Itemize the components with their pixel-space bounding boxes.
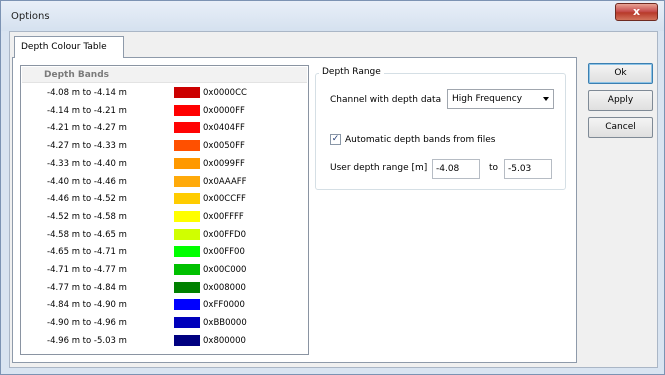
window-title: Options <box>11 11 50 22</box>
checkmark-icon: ✓ <box>331 134 340 144</box>
list-item[interactable]: -4.65 m to -4.71 m 0x00FF00 <box>22 244 307 260</box>
band-hex-label: 0x0AAAFF <box>203 176 247 187</box>
colour-swatch[interactable] <box>174 157 200 169</box>
band-range-label: -4.77 m to -4.84 m <box>47 282 127 293</box>
depth-range-title: Depth Range <box>319 67 384 77</box>
band-hex-label: 0x0000FF <box>203 105 245 116</box>
band-hex-label: 0x00FFD0 <box>203 229 246 240</box>
list-item[interactable]: -4.40 m to -4.46 m 0x0AAAFF <box>22 174 307 190</box>
band-hex-label: 0x0000CC <box>203 88 247 98</box>
depth-from-input[interactable]: -4.08 <box>432 159 480 179</box>
list-item[interactable]: -4.90 m to -4.96 m 0xBB0000 <box>22 315 307 331</box>
colour-swatch[interactable] <box>174 334 200 346</box>
band-hex-label: 0xFF0000 <box>203 300 245 311</box>
list-item[interactable]: -4.77 m to -4.84 m 0x008000 <box>22 280 307 296</box>
depth-bands-header: Depth Bands <box>44 70 109 80</box>
auto-depth-label[interactable]: Automatic depth bands from files <box>345 135 495 145</box>
band-hex-label: 0x0099FF <box>203 158 245 169</box>
band-hex-label: 0x00FF00 <box>203 247 245 258</box>
list-item[interactable]: -4.58 m to -4.65 m 0x00FFD0 <box>22 227 307 243</box>
band-range-label: -4.52 m to -4.58 m <box>47 211 127 222</box>
colour-swatch[interactable] <box>174 193 200 205</box>
channel-select[interactable]: High Frequency <box>447 89 554 109</box>
colour-swatch[interactable] <box>174 246 200 258</box>
title-bar[interactable]: Options x <box>1 1 664 31</box>
band-range-label: -4.27 m to -4.33 m <box>47 141 127 152</box>
colour-swatch[interactable] <box>174 210 200 222</box>
channel-select-value: High Frequency <box>452 94 523 104</box>
band-range-label: -4.33 m to -4.40 m <box>47 158 127 169</box>
band-hex-label: 0x0404FF <box>203 123 245 134</box>
list-item[interactable]: -4.84 m to -4.90 m 0xFF0000 <box>22 297 307 313</box>
band-hex-label: 0xBB0000 <box>203 318 247 329</box>
auto-depth-checkbox[interactable]: ✓ <box>330 134 341 145</box>
band-hex-label: 0x00FFFF <box>203 211 244 222</box>
list-item[interactable]: -4.33 m to -4.40 m 0x0099FF <box>22 156 307 172</box>
depth-to-input[interactable]: -5.03 <box>504 159 552 179</box>
list-item[interactable]: -4.14 m to -4.21 m 0x0000FF <box>22 103 307 119</box>
band-hex-label: 0x008000 <box>203 282 246 293</box>
list-header: Depth Bands <box>22 67 307 83</box>
band-hex-label: 0x00CCFF <box>203 194 246 205</box>
band-range-label: -4.46 m to -4.52 m <box>47 194 127 205</box>
user-range-label: User depth range [m] <box>330 163 428 173</box>
colour-swatch[interactable] <box>174 140 200 152</box>
to-label: to <box>489 163 499 173</box>
colour-swatch[interactable] <box>174 87 200 98</box>
band-range-label: -4.08 m to -4.14 m <box>47 88 127 98</box>
band-range-label: -4.40 m to -4.46 m <box>47 176 127 187</box>
list-item[interactable]: -4.96 m to -5.03 m 0x800000 <box>22 333 307 349</box>
band-range-label: -4.21 m to -4.27 m <box>47 123 127 134</box>
band-hex-label: 0x0050FF <box>203 141 245 152</box>
band-range-label: -4.14 m to -4.21 m <box>47 105 127 116</box>
colour-swatch[interactable] <box>174 228 200 240</box>
close-button[interactable]: x <box>615 3 658 21</box>
list-item[interactable]: -4.52 m to -4.58 m 0x00FFFF <box>22 209 307 225</box>
band-range-label: -4.58 m to -4.65 m <box>47 229 127 240</box>
tab-depth-colour-table[interactable]: Depth Colour Table <box>14 36 124 58</box>
colour-swatch[interactable] <box>174 299 200 311</box>
colour-swatch[interactable] <box>174 175 200 187</box>
colour-swatch[interactable] <box>174 264 200 275</box>
colour-swatch[interactable] <box>174 122 200 134</box>
band-range-label: -4.96 m to -5.03 m <box>47 335 127 346</box>
band-range-label: -4.65 m to -4.71 m <box>47 247 127 258</box>
list-item[interactable]: -4.27 m to -4.33 m 0x0050FF <box>22 138 307 154</box>
list-item[interactable]: -4.71 m to -4.77 m 0x00C000 <box>22 262 307 278</box>
band-hex-label: 0x00C000 <box>203 265 247 275</box>
colour-swatch[interactable] <box>174 104 200 116</box>
colour-swatch[interactable] <box>174 317 200 329</box>
list-item[interactable]: -4.08 m to -4.14 m 0x0000CC <box>22 85 307 101</box>
band-range-label: -4.84 m to -4.90 m <box>47 300 127 311</box>
cancel-button[interactable]: Cancel <box>588 117 653 138</box>
channel-label: Channel with depth data <box>330 95 442 105</box>
depth-bands-list[interactable]: Depth Bands -4.08 m to -4.14 m 0x0000CC -4… <box>20 65 309 355</box>
band-hex-label: 0x800000 <box>203 335 246 346</box>
colour-swatch[interactable] <box>174 281 200 293</box>
list-item[interactable]: -4.21 m to -4.27 m 0x0404FF <box>22 120 307 136</box>
band-range-label: -4.90 m to -4.96 m <box>47 318 127 329</box>
list-item[interactable]: -4.46 m to -4.52 m 0x00CCFF <box>22 191 307 207</box>
band-range-label: -4.71 m to -4.77 m <box>47 265 127 275</box>
chevron-down-icon <box>543 97 549 101</box>
apply-button[interactable]: Apply <box>588 90 653 111</box>
ok-button[interactable]: Ok <box>588 63 653 84</box>
